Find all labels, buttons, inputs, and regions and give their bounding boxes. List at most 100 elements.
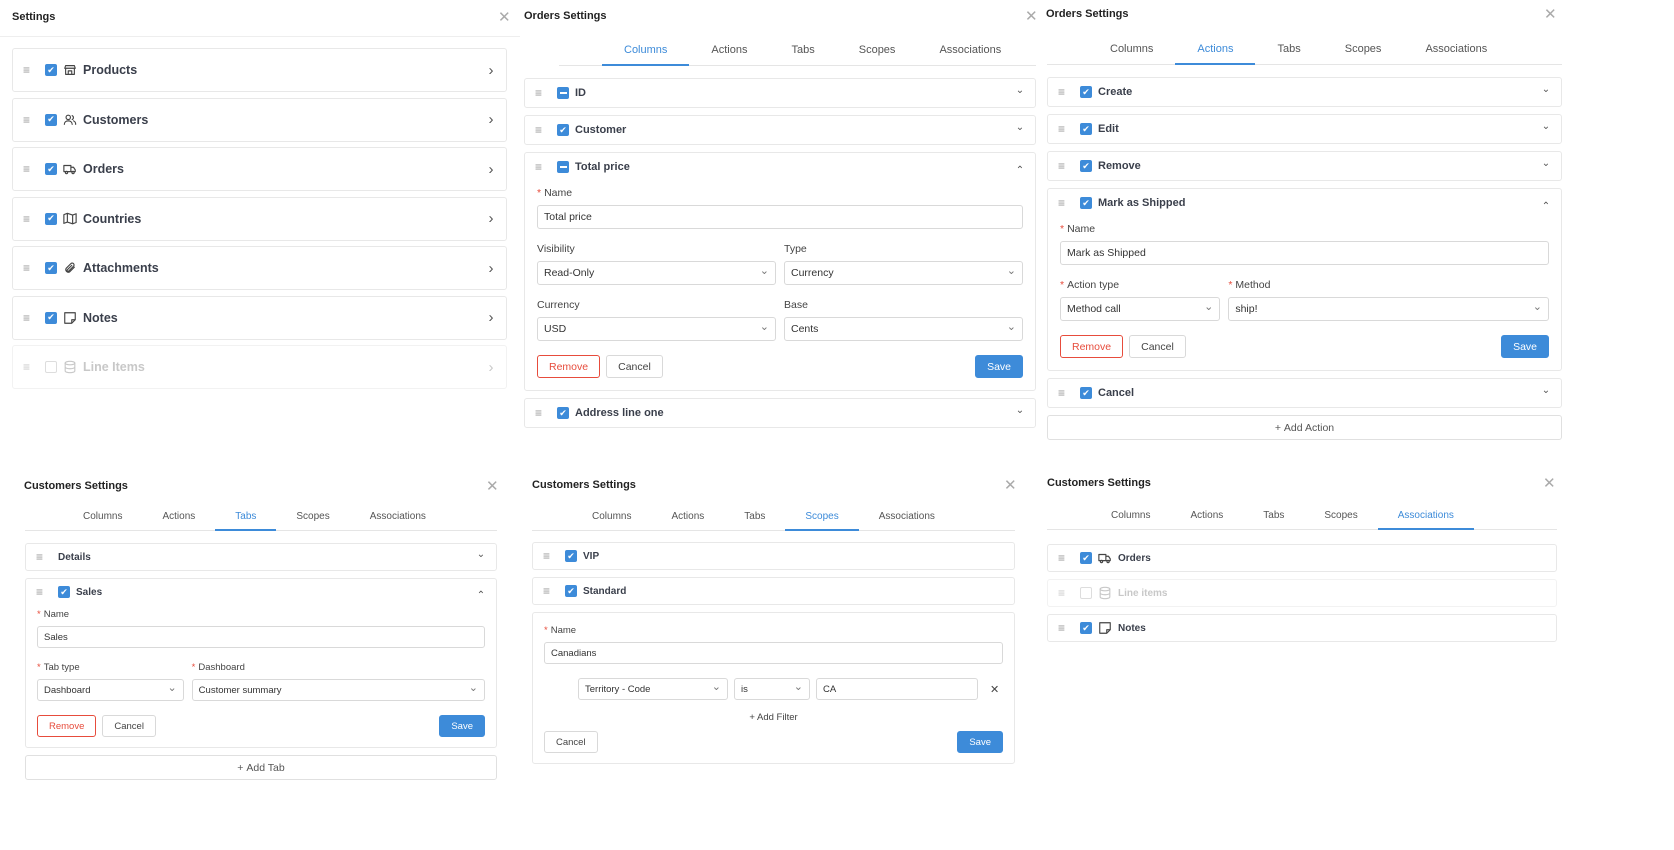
- item-header[interactable]: ≡ ✔ Customers ›: [13, 99, 506, 141]
- tab-scopes[interactable]: Scopes: [1323, 43, 1404, 65]
- tab-actions[interactable]: Actions: [689, 44, 769, 66]
- chevron-down-icon[interactable]: ⌄: [1541, 84, 1551, 95]
- chevron-down-icon[interactable]: ⌄: [1015, 405, 1025, 416]
- select-field[interactable]: Cents: [784, 317, 1023, 341]
- tab-columns[interactable]: Columns: [1091, 510, 1170, 530]
- item-header[interactable]: ≡ ID ⌄: [525, 79, 1035, 107]
- remove-button[interactable]: Remove: [1060, 335, 1124, 358]
- close-icon[interactable]: ✕: [1025, 9, 1038, 24]
- drag-handle-icon[interactable]: ≡: [535, 86, 557, 100]
- item-header[interactable]: ≡ ✔ Sales ⌃: [26, 579, 496, 605]
- checkbox[interactable]: ✔: [1080, 387, 1092, 399]
- drag-handle-icon[interactable]: ≡: [535, 160, 557, 174]
- text-input[interactable]: Total price: [537, 205, 1023, 229]
- close-icon[interactable]: ✕: [486, 479, 499, 494]
- checkbox[interactable]: ✔: [1080, 123, 1092, 135]
- select-field[interactable]: Read-Only: [537, 261, 776, 285]
- tab-scopes[interactable]: Scopes: [785, 511, 859, 531]
- drag-handle-icon[interactable]: ≡: [1058, 122, 1080, 136]
- item-header[interactable]: ≡ ✔ Customer ⌄: [525, 116, 1035, 144]
- item-header[interactable]: ≡ Total price ⌃: [525, 153, 1035, 181]
- drag-handle-icon[interactable]: ≡: [1058, 386, 1080, 400]
- tab-tabs[interactable]: Tabs: [769, 44, 836, 66]
- select-field[interactable]: Method call: [1060, 297, 1221, 321]
- select-field[interactable]: Dashboard: [37, 679, 184, 701]
- chevron-right-icon[interactable]: ›: [486, 260, 496, 277]
- select-field[interactable]: Currency: [784, 261, 1023, 285]
- item-header[interactable]: ≡ ✔ VIP: [533, 543, 1014, 569]
- drag-handle-icon[interactable]: ≡: [36, 550, 58, 564]
- add-filter-button[interactable]: + Add Filter: [544, 712, 1003, 723]
- drag-handle-icon[interactable]: ≡: [23, 63, 45, 77]
- tab-scopes[interactable]: Scopes: [837, 44, 918, 66]
- text-input[interactable]: Sales: [37, 626, 485, 648]
- drag-handle-icon[interactable]: ≡: [1058, 621, 1080, 635]
- remove-button[interactable]: Remove: [37, 715, 97, 737]
- chevron-right-icon[interactable]: ›: [486, 309, 496, 326]
- drag-handle-icon[interactable]: ≡: [1058, 551, 1080, 565]
- item-header[interactable]: ≡ ✔ Attachments ›: [13, 247, 506, 289]
- text-input[interactable]: Canadians: [544, 642, 1003, 664]
- drag-handle-icon[interactable]: ≡: [1058, 85, 1080, 99]
- chevron-right-icon[interactable]: ›: [486, 62, 496, 79]
- drag-handle-icon[interactable]: ≡: [543, 584, 565, 598]
- tab-actions[interactable]: Actions: [1175, 43, 1256, 65]
- text-input[interactable]: Mark as Shipped: [1060, 241, 1549, 265]
- item-header[interactable]: ≡ ✔ Cancel ⌄: [1048, 379, 1561, 407]
- drag-handle-icon[interactable]: ≡: [23, 311, 45, 325]
- add-button[interactable]: + Add Tab: [25, 755, 497, 780]
- chevron-down-icon[interactable]: ⌄: [1541, 385, 1551, 396]
- item-header[interactable]: ≡ ✔ Address line one ⌄: [525, 399, 1035, 427]
- tab-columns[interactable]: Columns: [1088, 43, 1175, 65]
- remove-button[interactable]: Remove: [537, 355, 601, 378]
- chevron-up-icon[interactable]: ⌃: [476, 590, 486, 601]
- tab-associations[interactable]: Associations: [1403, 43, 1509, 65]
- checkbox[interactable]: [557, 161, 569, 173]
- drag-handle-icon[interactable]: ≡: [543, 549, 565, 563]
- close-icon[interactable]: ✕: [1543, 476, 1556, 491]
- cancel-button[interactable]: Cancel: [544, 731, 598, 753]
- select-field[interactable]: USD: [537, 317, 776, 341]
- checkbox[interactable]: ✔: [45, 113, 57, 126]
- drag-handle-icon[interactable]: ≡: [23, 261, 45, 275]
- drag-handle-icon[interactable]: ≡: [535, 123, 557, 137]
- select-field[interactable]: ship!: [1228, 297, 1549, 321]
- checkbox[interactable]: ✔: [45, 64, 57, 76]
- item-header[interactable]: ≡ ✔ Orders ›: [13, 148, 506, 190]
- item-header[interactable]: ≡ ✔ Notes ›: [13, 297, 506, 339]
- chevron-up-icon[interactable]: ⌃: [1015, 165, 1025, 176]
- tab-scopes[interactable]: Scopes: [1304, 510, 1377, 530]
- chevron-down-icon[interactable]: ⌄: [1541, 158, 1551, 169]
- checkbox[interactable]: ✔: [1080, 622, 1092, 634]
- chevron-right-icon[interactable]: ›: [486, 359, 496, 376]
- filter-operator-select[interactable]: is: [734, 678, 810, 700]
- checkbox[interactable]: ✔: [58, 586, 70, 598]
- filter-field-select[interactable]: Territory - Code: [578, 678, 728, 700]
- tab-columns[interactable]: Columns: [572, 511, 651, 531]
- drag-handle-icon[interactable]: ≡: [23, 113, 45, 127]
- chevron-right-icon[interactable]: ›: [486, 111, 496, 128]
- drag-handle-icon[interactable]: ≡: [36, 585, 58, 599]
- checkbox[interactable]: [45, 361, 57, 373]
- tab-associations[interactable]: Associations: [917, 44, 1023, 66]
- close-icon[interactable]: ✕: [498, 10, 511, 25]
- chevron-down-icon[interactable]: ⌄: [1541, 121, 1551, 132]
- checkbox[interactable]: [1080, 587, 1092, 599]
- checkbox[interactable]: ✔: [557, 124, 569, 136]
- checkbox[interactable]: ✔: [1080, 552, 1092, 564]
- tab-scopes[interactable]: Scopes: [276, 511, 349, 531]
- close-icon[interactable]: ✕: [1544, 7, 1557, 22]
- cancel-button[interactable]: Cancel: [102, 715, 156, 737]
- save-button[interactable]: Save: [975, 355, 1023, 378]
- filter-value-textarea[interactable]: CA: [816, 678, 978, 700]
- chevron-up-icon[interactable]: ⌃: [1541, 201, 1551, 212]
- save-button[interactable]: Save: [957, 731, 1003, 753]
- chevron-right-icon[interactable]: ›: [486, 210, 496, 227]
- checkbox[interactable]: ✔: [565, 585, 577, 597]
- tab-tabs[interactable]: Tabs: [1255, 43, 1322, 65]
- remove-filter-icon[interactable]: ✕: [990, 683, 999, 696]
- checkbox[interactable]: ✔: [565, 550, 577, 562]
- drag-handle-icon[interactable]: ≡: [23, 162, 45, 176]
- checkbox[interactable]: ✔: [45, 262, 57, 274]
- checkbox[interactable]: ✔: [45, 212, 57, 225]
